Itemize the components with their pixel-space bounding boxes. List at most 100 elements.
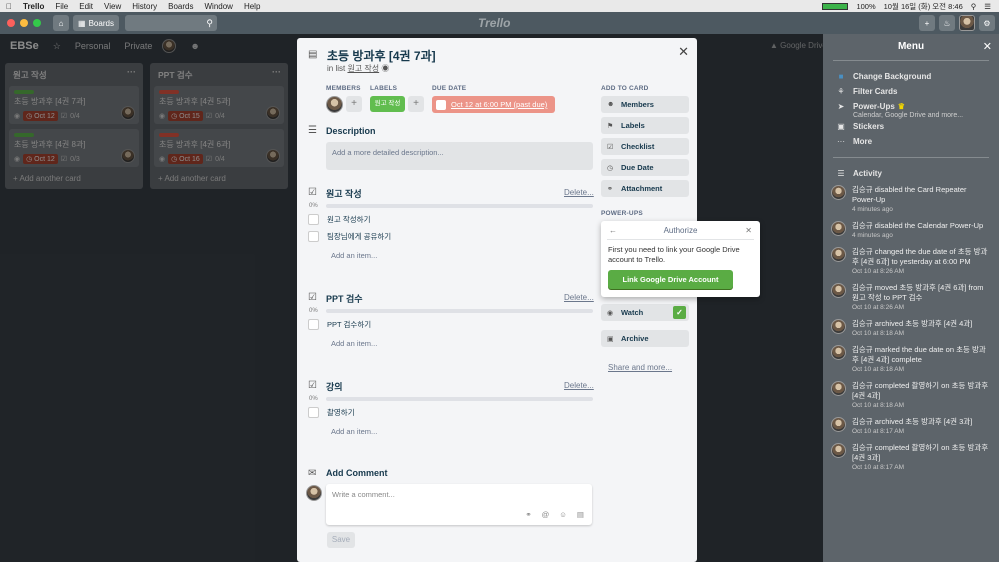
checkbox[interactable] bbox=[308, 231, 319, 242]
checklist-title[interactable]: 원고 작성 bbox=[326, 187, 362, 200]
card-title[interactable]: 초등 방과후 [4권 7과] bbox=[327, 47, 436, 64]
checklist-button[interactable]: ☑ Checklist bbox=[601, 138, 689, 155]
checkbox[interactable] bbox=[308, 214, 319, 225]
menu-boards[interactable]: Boards bbox=[168, 2, 193, 11]
checklist-item[interactable]: 원고 작성하기 bbox=[308, 214, 370, 225]
menu-stickers[interactable]: ▣ Stickers bbox=[823, 119, 999, 134]
checklist-item[interactable]: 촬영하기 bbox=[308, 407, 355, 418]
share-link[interactable]: Share and more... bbox=[608, 363, 672, 372]
menu-app-name[interactable]: Trello bbox=[23, 2, 44, 11]
due-date-badge[interactable]: Oct 12 at 6:00 PM (past due) bbox=[432, 96, 555, 113]
in-list-link[interactable]: 원고 작성 bbox=[347, 64, 379, 73]
avatar[interactable] bbox=[831, 221, 846, 236]
activity-time[interactable]: Oct 10 at 8:17 AM bbox=[852, 464, 991, 471]
emoji-icon[interactable]: ☺ bbox=[559, 510, 567, 519]
delete-checklist-link[interactable]: Delete... bbox=[564, 381, 594, 390]
battery-icon[interactable] bbox=[822, 2, 849, 11]
close-icon[interactable]: ✕ bbox=[678, 44, 689, 60]
close-window-icon[interactable] bbox=[7, 19, 15, 27]
minimize-window-icon[interactable] bbox=[20, 19, 28, 27]
comment-input[interactable]: Write a comment... ⚭ @ ☺ ▤ bbox=[326, 484, 592, 525]
delete-checklist-link[interactable]: Delete... bbox=[564, 293, 594, 302]
add-item-link[interactable]: Add an item... bbox=[331, 427, 377, 436]
boards-button[interactable]: ▦ Boards bbox=[73, 15, 119, 31]
member-avatar[interactable] bbox=[326, 96, 343, 113]
avatar[interactable] bbox=[831, 417, 846, 432]
activity-time[interactable]: Oct 10 at 8:26 AM bbox=[852, 268, 991, 275]
archive-button[interactable]: ▣ Archive bbox=[601, 330, 689, 347]
menu-change-background[interactable]: ■ Change Background bbox=[823, 69, 999, 84]
apple-icon[interactable]:  bbox=[6, 2, 12, 11]
checklist-title[interactable]: 강의 bbox=[326, 380, 343, 393]
labels-button[interactable]: ⚑ Labels bbox=[601, 117, 689, 134]
close-icon[interactable]: ✕ bbox=[983, 40, 992, 53]
more-icon: ··· bbox=[837, 137, 845, 146]
avatar[interactable] bbox=[831, 185, 846, 200]
menu-more[interactable]: ··· More bbox=[823, 134, 999, 149]
activity-time[interactable]: Oct 10 at 8:17 AM bbox=[852, 428, 972, 435]
add-member-button[interactable]: + bbox=[346, 96, 362, 112]
activity-time[interactable]: Oct 10 at 8:18 AM bbox=[852, 366, 991, 373]
link-google-drive-button[interactable]: Link Google Drive Account bbox=[608, 270, 733, 289]
create-button[interactable]: + bbox=[919, 15, 935, 31]
window-controls bbox=[7, 19, 41, 27]
due-date-text: Oct 12 at 6:00 PM (past due) bbox=[451, 100, 548, 109]
add-item-link[interactable]: Add an item... bbox=[331, 251, 377, 260]
search-icon[interactable]: ⚲ bbox=[971, 2, 977, 11]
activity-time[interactable]: Oct 10 at 8:26 AM bbox=[852, 304, 991, 311]
due-date-button[interactable]: ◷ Due Date bbox=[601, 159, 689, 176]
user-avatar[interactable] bbox=[959, 15, 975, 31]
menu-history[interactable]: History bbox=[132, 2, 157, 11]
add-label-button[interactable]: + bbox=[408, 96, 424, 112]
watch-button[interactable]: ◉ Watch ✓ bbox=[601, 304, 689, 321]
list-icon[interactable]: ☰ bbox=[984, 2, 991, 11]
settings-button[interactable]: ⚙ bbox=[979, 15, 995, 31]
avatar[interactable] bbox=[831, 247, 846, 262]
label-icon: ⚑ bbox=[607, 122, 614, 130]
menu-window[interactable]: Window bbox=[204, 2, 232, 11]
divider bbox=[607, 239, 754, 240]
checkbox[interactable] bbox=[308, 407, 319, 418]
trello-logo[interactable]: Trello bbox=[478, 16, 510, 30]
home-button[interactable]: ⌂ bbox=[53, 15, 69, 31]
avatar[interactable] bbox=[831, 345, 846, 360]
activity-time[interactable]: 4 minutes ago bbox=[852, 232, 983, 239]
zoom-window-icon[interactable] bbox=[33, 19, 41, 27]
activity-time[interactable]: Oct 10 at 8:18 AM bbox=[852, 330, 972, 337]
checklist-title[interactable]: PPT 검수 bbox=[326, 292, 363, 305]
avatar[interactable] bbox=[831, 443, 846, 458]
menu-file[interactable]: File bbox=[55, 2, 68, 11]
avatar[interactable] bbox=[831, 381, 846, 396]
label-chip[interactable]: 원고 작성 bbox=[370, 96, 405, 112]
menu-help[interactable]: Help bbox=[244, 2, 260, 11]
menu-edit[interactable]: Edit bbox=[79, 2, 93, 11]
delete-checklist-link[interactable]: Delete... bbox=[564, 188, 594, 197]
add-item-link[interactable]: Add an item... bbox=[331, 339, 377, 348]
divider bbox=[833, 60, 989, 61]
attachment-button[interactable]: ⚭ Attachment bbox=[601, 180, 689, 197]
comment-icon: ✉ bbox=[308, 468, 317, 479]
close-icon[interactable]: ✕ bbox=[745, 226, 752, 235]
description-input[interactable]: Add a more detailed description... bbox=[326, 142, 593, 170]
menu-view[interactable]: View bbox=[104, 2, 121, 11]
notifications-button[interactable]: ♨ bbox=[939, 15, 955, 31]
members-button[interactable]: ☻ Members bbox=[601, 96, 689, 113]
avatar[interactable] bbox=[831, 283, 846, 298]
save-button[interactable]: Save bbox=[327, 532, 355, 548]
checkbox[interactable] bbox=[308, 319, 319, 330]
checklist-item[interactable]: 팀장님에게 공유하기 bbox=[308, 231, 391, 242]
clock[interactable]: 10월 16일 (화) 오전 8:46 bbox=[884, 1, 963, 12]
mention-icon[interactable]: @ bbox=[542, 510, 550, 519]
menu-filter-cards[interactable]: ⚘ Filter Cards bbox=[823, 84, 999, 99]
activity-time[interactable]: 4 minutes ago bbox=[852, 206, 991, 213]
checklist-item[interactable]: PPT 검수하기 bbox=[308, 319, 371, 330]
card-link-icon[interactable]: ▤ bbox=[577, 510, 584, 519]
activity-time[interactable]: Oct 10 at 8:18 AM bbox=[852, 402, 991, 409]
attachment-icon[interactable]: ⚭ bbox=[525, 510, 531, 519]
plus-icon: + bbox=[924, 18, 930, 28]
due-complete-checkbox[interactable] bbox=[436, 99, 446, 110]
crown-icon: ♛ bbox=[897, 102, 905, 111]
avatar[interactable] bbox=[831, 319, 846, 334]
activity-item: 김승규 disabled the Card Repeater Power-Up 4… bbox=[823, 181, 999, 217]
search-input[interactable]: ⚲ bbox=[125, 15, 217, 31]
